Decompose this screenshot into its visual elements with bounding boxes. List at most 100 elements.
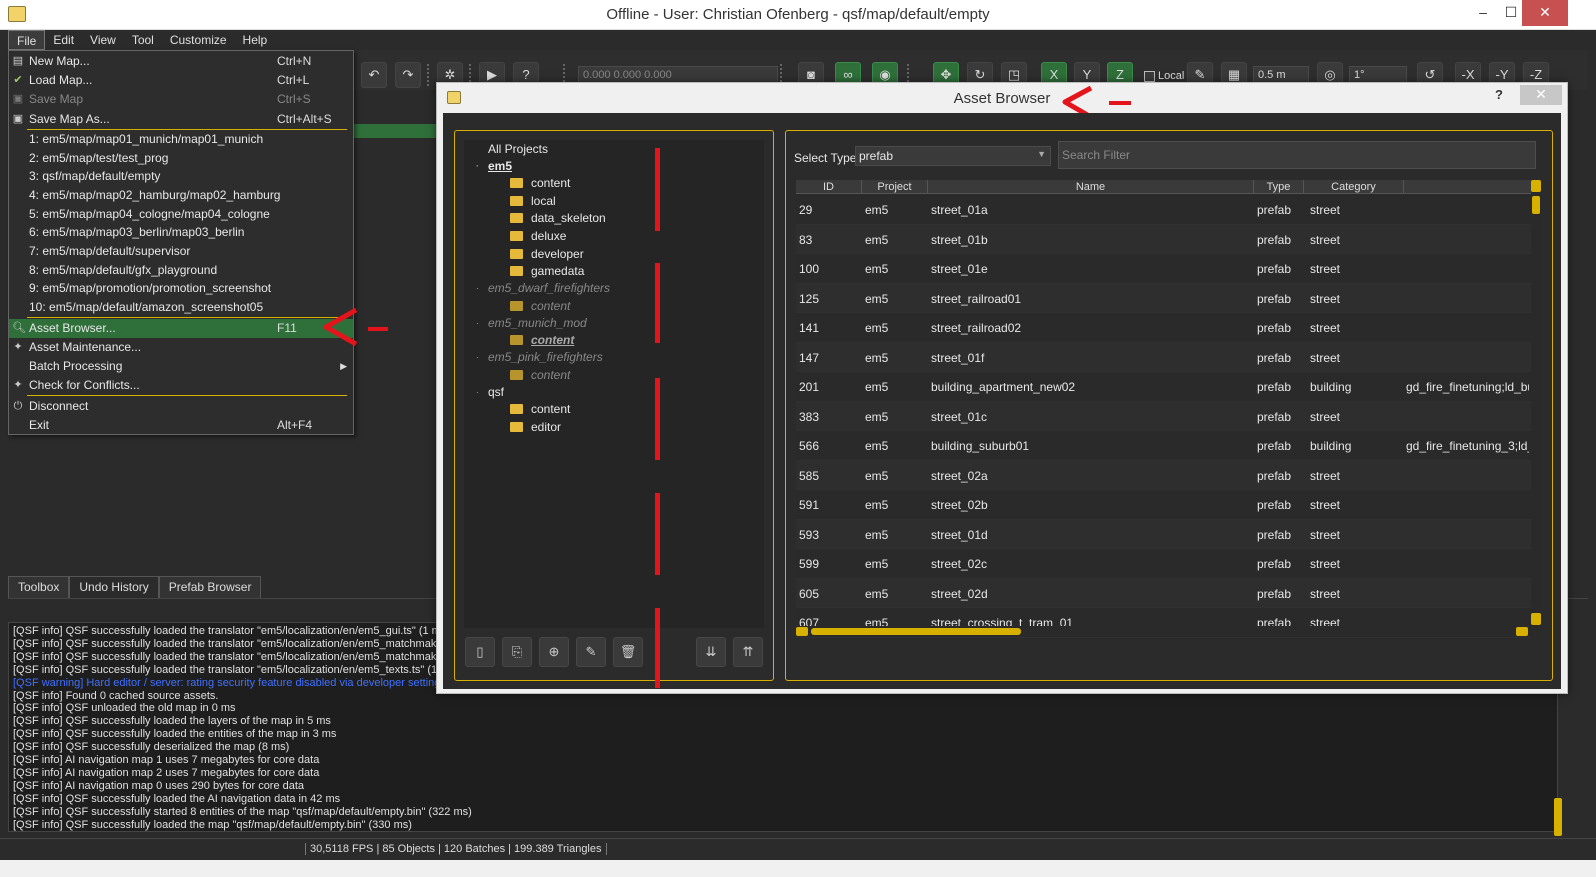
menu-item-batch-processing[interactable]: Batch Processing ▶ <box>9 357 353 376</box>
column-header-type[interactable]: Type <box>1254 180 1304 194</box>
menu-file[interactable]: File <box>8 30 46 50</box>
tree-folder[interactable]: editor <box>510 419 561 436</box>
table-row[interactable]: 147 em5 street_01f prefab street <box>796 342 1531 372</box>
menu-item-save-map-as[interactable]: ▣ Save Map As... Ctrl+Alt+S <box>9 110 353 129</box>
column-header-category[interactable]: Category <box>1304 180 1404 194</box>
recent-map-item[interactable]: 1: em5/map/map01_munich/map01_munich <box>9 130 353 149</box>
recent-map-item[interactable]: 2: em5/map/test/test_prog <box>9 149 353 168</box>
tree-project-dwarf-firefighters[interactable]: · em5_dwarf_firefighters <box>476 280 610 297</box>
column-header-name[interactable]: Name <box>928 180 1254 194</box>
scroll-up-icon[interactable] <box>1531 180 1541 192</box>
table-row[interactable]: 591 em5 street_02b prefab street <box>796 490 1531 520</box>
table-row[interactable]: 141 em5 street_railroad02 prefab street <box>796 313 1531 343</box>
table-row[interactable]: 383 em5 street_01c prefab street <box>796 401 1531 431</box>
undo-icon[interactable]: ↶ <box>361 62 387 88</box>
tree-project-pink-firefighters[interactable]: · em5_pink_firefighters <box>476 349 603 366</box>
table-row[interactable]: 593 em5 street_01d prefab street <box>796 519 1531 549</box>
tree-folder[interactable]: content <box>510 298 570 315</box>
tree-folder[interactable]: content <box>510 175 570 192</box>
table-row[interactable]: 125 em5 street_railroad01 prefab street <box>796 283 1531 313</box>
expander-icon[interactable]: · <box>476 315 479 332</box>
add-folder-icon[interactable]: ⊕ <box>539 637 569 667</box>
redo-icon[interactable]: ↷ <box>395 62 421 88</box>
local-checkbox[interactable] <box>1144 71 1155 82</box>
menu-item-load-map[interactable]: ✔ Load Map... Ctrl+L <box>9 71 353 90</box>
collapse-tree-icon[interactable]: ⇊ <box>696 637 726 667</box>
column-header-project[interactable]: Project <box>862 180 928 194</box>
expander-icon[interactable]: · <box>476 158 479 175</box>
vertical-scrollbar[interactable] <box>1531 180 1541 625</box>
project-tree[interactable]: All Projects · em5 content local data_ske… <box>464 140 764 628</box>
recent-map-item[interactable]: 4: em5/map/map02_hamburg/map02_hamburg <box>9 186 353 205</box>
cell-id: 585 <box>799 468 820 483</box>
table-row[interactable]: 201 em5 building_apartment_new02 prefab buil… <box>796 372 1531 402</box>
expander-icon[interactable]: · <box>476 349 479 366</box>
recent-map-item[interactable]: 6: em5/map/map03_berlin/map03_berlin <box>9 223 353 242</box>
menu-item-save-map[interactable]: ▣ Save Map Ctrl+S <box>9 90 353 109</box>
table-row[interactable]: 29 em5 street_01a prefab street <box>796 195 1531 225</box>
table-row[interactable]: 585 em5 street_02a prefab street <box>796 460 1531 490</box>
trash-icon[interactable]: 🗑︎ <box>613 637 643 667</box>
menu-item-new-map[interactable]: ▤ New Map... Ctrl+N <box>9 52 353 71</box>
edit-folder-icon[interactable]: ✎ <box>576 637 606 667</box>
select-type-dropdown[interactable]: prefab ▼ <box>855 146 1051 166</box>
tree-folder-selected[interactable]: content <box>510 332 574 349</box>
scroll-right-icon[interactable] <box>1516 627 1528 636</box>
tab-undo-history[interactable]: Undo History <box>69 576 159 598</box>
scroll-left-icon[interactable] <box>796 627 808 636</box>
recent-map-item[interactable]: 8: em5/map/default/gfx_playground <box>9 261 353 280</box>
recent-map-item[interactable]: 5: em5/map/map04_cologne/map04_cologne <box>9 205 353 224</box>
menu-item-exit[interactable]: Exit Alt+F4 <box>9 416 353 435</box>
tree-project-munich-mod[interactable]: · em5_munich_mod <box>476 315 587 332</box>
column-header-id[interactable]: ID <box>796 180 862 194</box>
import-file-icon[interactable]: ⎘ <box>502 637 532 667</box>
column-header-extra[interactable] <box>1404 180 1531 194</box>
cell-category: street <box>1310 468 1341 483</box>
menu-help[interactable]: Help <box>235 30 276 50</box>
menu-tool[interactable]: Tool <box>124 30 162 50</box>
menu-edit[interactable]: Edit <box>45 30 82 50</box>
scroll-down-icon[interactable] <box>1531 613 1541 625</box>
recent-map-item[interactable]: 3: qsf/map/default/empty <box>9 167 353 186</box>
scrollbar-thumb[interactable] <box>811 628 1021 635</box>
tree-folder[interactable]: gamedata <box>510 263 584 280</box>
scrollbar-thumb[interactable] <box>1532 196 1540 214</box>
tab-toolbox[interactable]: Toolbox <box>8 576 70 598</box>
tab-prefab-browser[interactable]: Prefab Browser <box>158 576 262 598</box>
asset-table[interactable]: ID Project Name Type Category 29 em5 stree… <box>796 180 1541 639</box>
tree-project-qsf[interactable]: · qsf <box>476 384 504 401</box>
expander-icon[interactable]: · <box>476 384 479 401</box>
expander-icon[interactable]: · <box>476 280 479 297</box>
horizontal-scrollbar[interactable] <box>796 626 1531 637</box>
close-button[interactable]: ✕ <box>1522 0 1568 26</box>
new-file-icon[interactable]: ▯ <box>465 637 495 667</box>
menu-view[interactable]: View <box>82 30 124 50</box>
asset-browser-title-bar[interactable]: Asset Browser ? ✕ <box>437 83 1567 113</box>
tree-folder[interactable]: local <box>510 193 556 210</box>
tree-folder[interactable]: content <box>510 401 570 418</box>
table-row[interactable]: 605 em5 street_02d prefab street <box>796 578 1531 608</box>
help-button[interactable]: ? <box>1495 87 1503 102</box>
recent-map-item[interactable]: 10: em5/map/default/amazon_screenshot05 <box>9 298 353 317</box>
menu-item-disconnect[interactable]: ⏻ Disconnect <box>9 397 353 416</box>
menu-customize[interactable]: Customize <box>162 30 235 50</box>
table-row[interactable]: 83 em5 street_01b prefab street <box>796 224 1531 254</box>
tree-folder[interactable]: deluxe <box>510 228 566 245</box>
recent-map-item[interactable]: 7: em5/map/default/supervisor <box>9 242 353 261</box>
table-row[interactable]: 100 em5 street_01e prefab street <box>796 254 1531 284</box>
menu-item-check-conflicts[interactable]: ✦ Check for Conflicts... <box>9 376 353 395</box>
close-button[interactable]: ✕ <box>1520 85 1562 105</box>
table-row[interactable]: 599 em5 street_02c prefab street <box>796 549 1531 579</box>
menu-item-asset-maintenance[interactable]: ✦ Asset Maintenance... <box>9 338 353 357</box>
tree-folder[interactable]: content <box>510 367 570 384</box>
tree-root-all-projects[interactable]: All Projects <box>488 141 548 158</box>
tree-folder[interactable]: data_skeleton <box>510 210 606 227</box>
tree-project-em5[interactable]: · em5 <box>476 158 512 175</box>
log-scrollbar-thumb[interactable] <box>1554 798 1562 836</box>
tree-folder[interactable]: developer <box>510 246 584 263</box>
table-row[interactable]: 566 em5 building_suburb01 prefab building gd_… <box>796 431 1531 461</box>
recent-map-item[interactable]: 9: em5/map/promotion/promotion_screensho… <box>9 279 353 298</box>
menu-item-asset-browser[interactable]: 🔍︎ Asset Browser... F11 <box>9 319 353 338</box>
expand-tree-icon[interactable]: ⇈ <box>733 637 763 667</box>
search-filter-input[interactable]: Search Filter <box>1058 141 1536 169</box>
